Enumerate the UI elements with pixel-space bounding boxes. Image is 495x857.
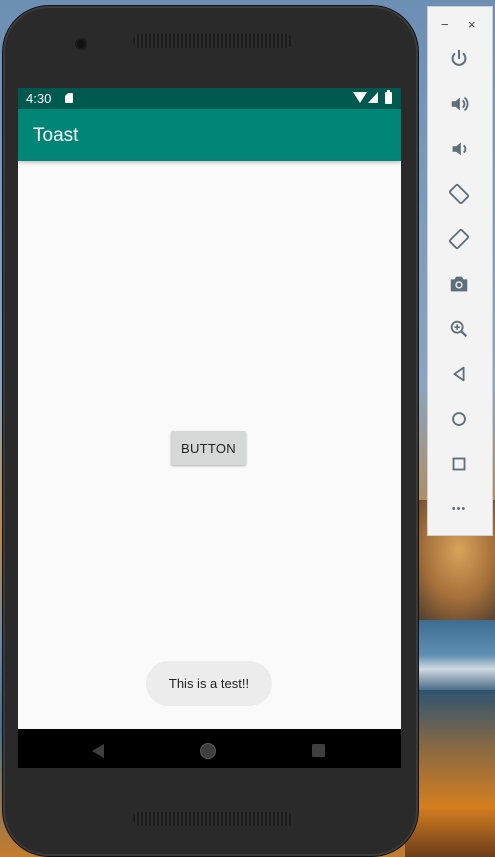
power-icon[interactable] [444,44,474,74]
sd-card-icon [65,93,73,103]
toast-message: This is a test!! [146,661,272,706]
volume-up-icon[interactable] [444,89,474,119]
battery-icon [385,90,392,104]
more-icon[interactable]: ••• [444,494,474,524]
nav-recents-icon[interactable] [312,744,325,757]
zoom-icon[interactable] [444,314,474,344]
rotate-left-icon[interactable] [444,179,474,209]
volume-down-icon[interactable] [444,134,474,164]
screenshot-icon[interactable] [444,269,474,299]
front-camera [75,38,87,50]
cell-signal-icon [368,92,378,103]
phone-screen: 4:30 Toast BUTTON This is a test!! [18,88,401,768]
home-icon[interactable] [444,404,474,434]
overview-icon[interactable] [444,449,474,479]
minimize-button[interactable]: − [441,17,449,32]
more-label: ••• [451,503,467,515]
app-bar: Toast [18,109,401,161]
emulator-side-panel: − × ••• [427,6,493,536]
background-shore [405,690,495,857]
navigation-bar [18,729,401,768]
phone-frame: 4:30 Toast BUTTON This is a test!! [3,6,418,856]
app-title: Toast [33,125,79,146]
top-speaker [133,34,293,48]
close-button[interactable]: × [468,17,476,32]
wifi-icon [353,92,367,103]
main-button[interactable]: BUTTON [171,431,246,465]
background-sea [405,620,495,690]
nav-back-icon[interactable] [92,744,104,758]
status-time: 4:30 [26,91,52,106]
rotate-right-icon[interactable] [444,224,474,254]
status-bar: 4:30 [18,88,401,109]
nav-home-icon[interactable] [200,743,216,759]
bottom-speaker [133,812,293,826]
back-icon[interactable] [444,359,474,389]
